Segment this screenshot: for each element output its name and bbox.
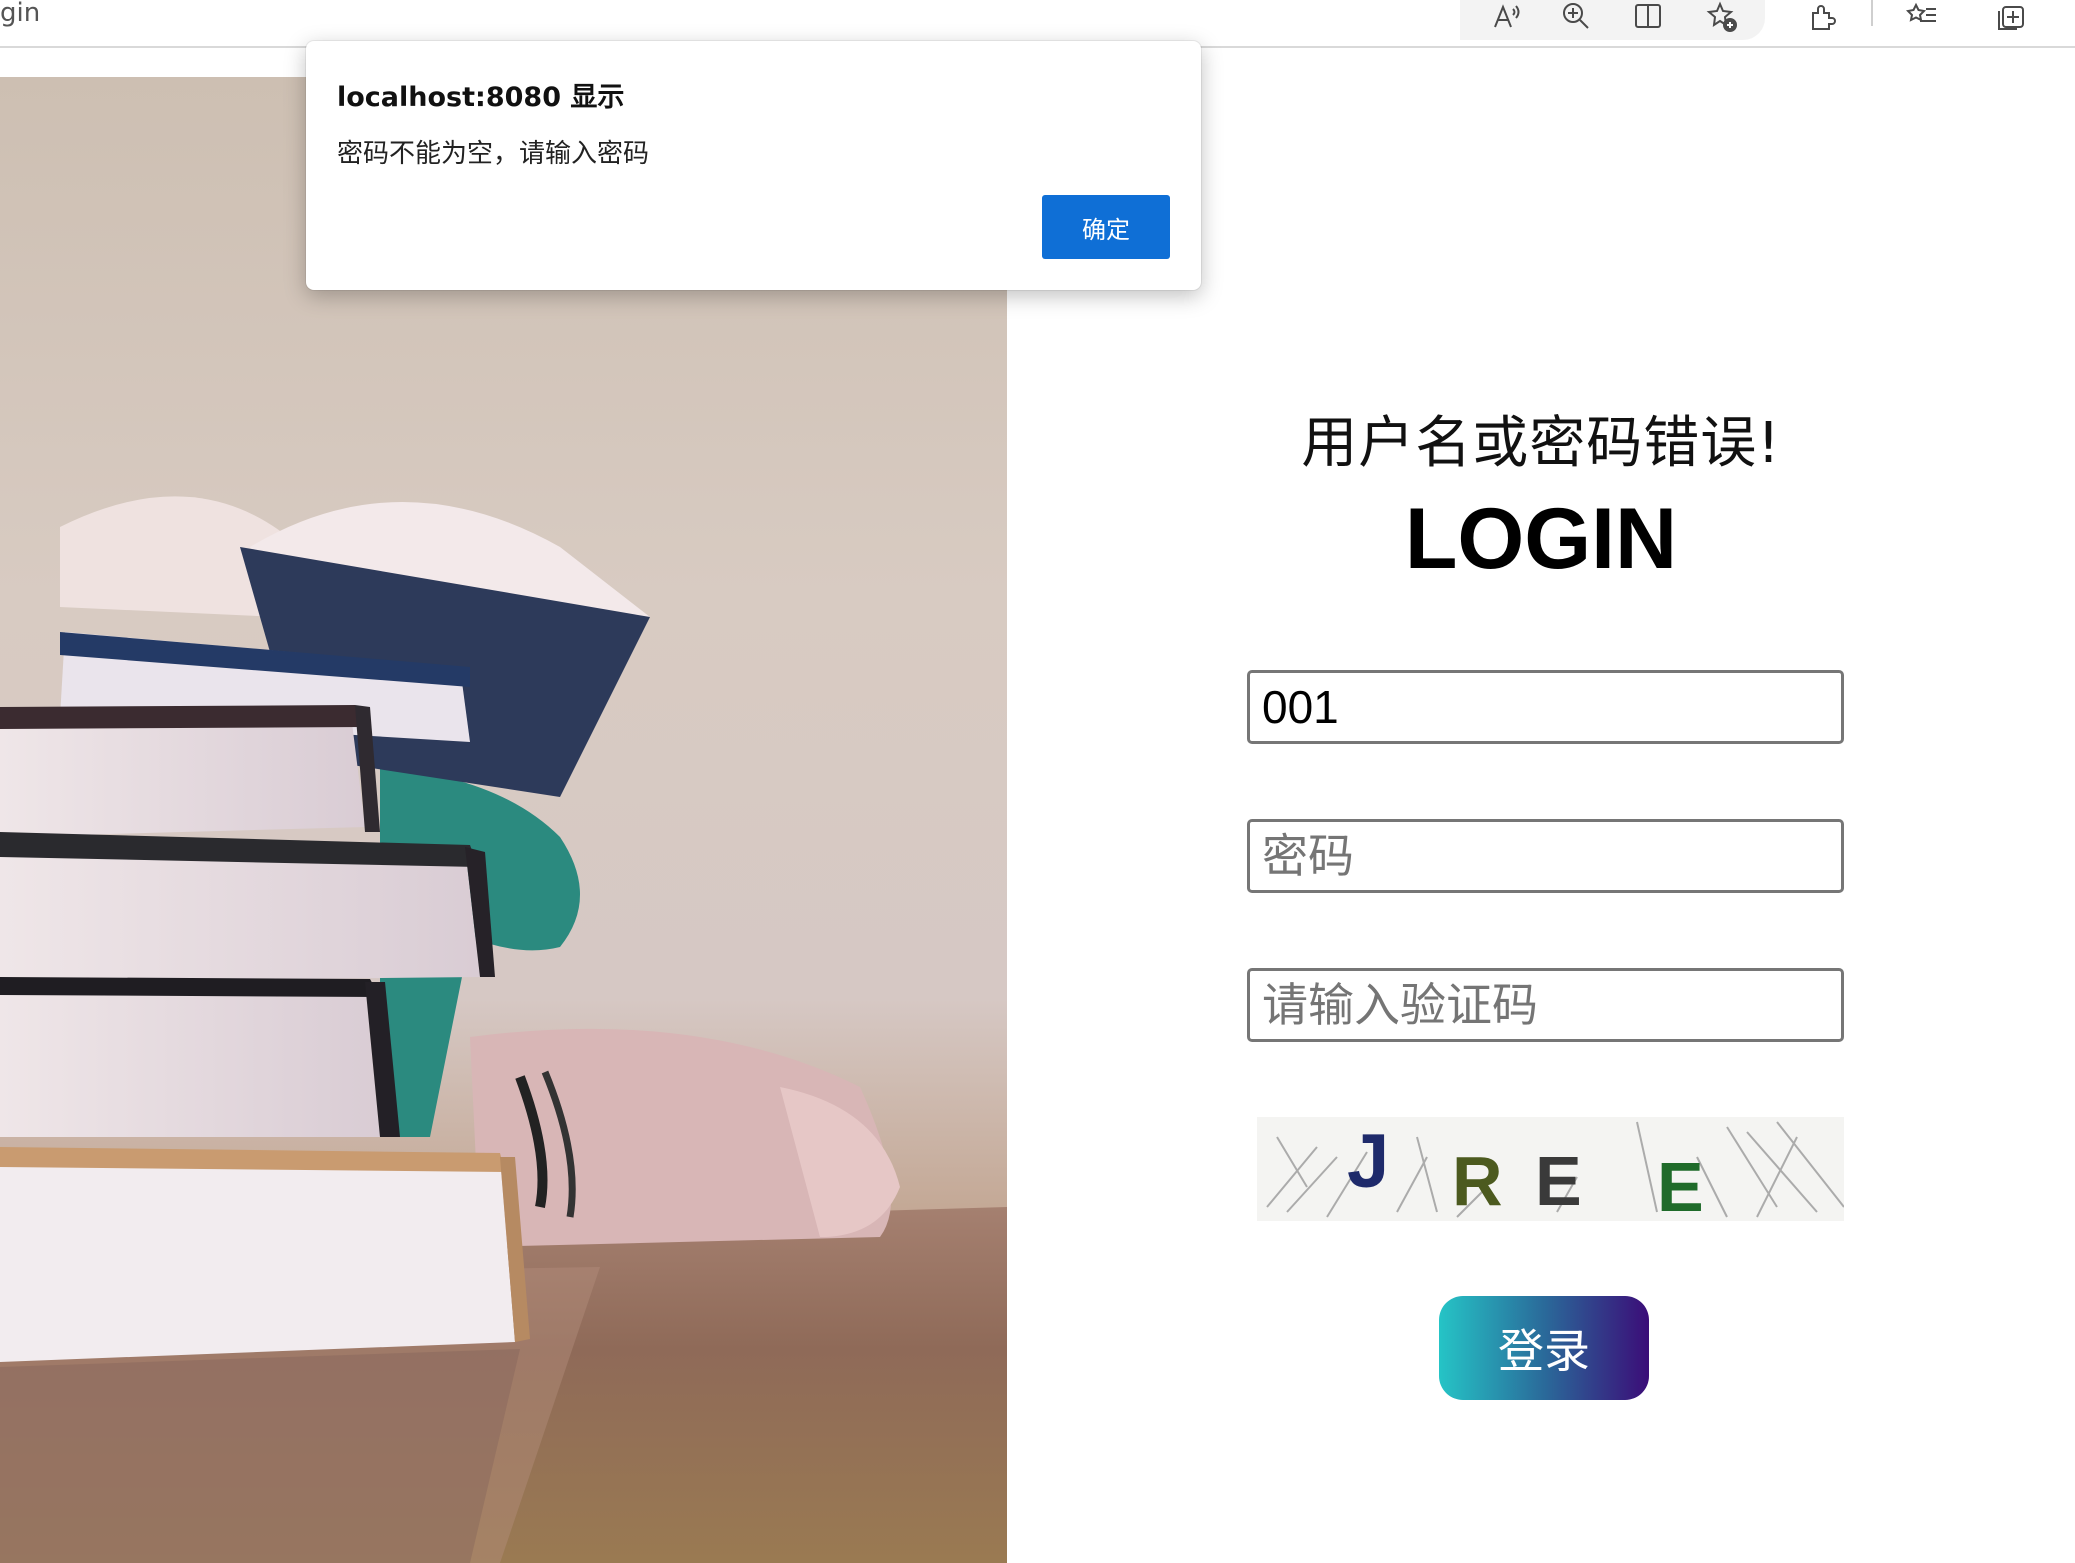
hero-photo xyxy=(0,77,1007,1563)
extensions-icon[interactable] xyxy=(1803,0,1843,34)
captcha-input[interactable] xyxy=(1247,968,1844,1042)
error-message: 用户名或密码错误! xyxy=(1301,411,1781,476)
captcha-char: R xyxy=(1452,1142,1503,1220)
split-screen-icon[interactable] xyxy=(1628,0,1668,34)
login-title: LOGIN xyxy=(1404,491,1678,587)
captcha-char: E xyxy=(1535,1142,1582,1220)
captcha-graphic: J R E E xyxy=(1266,1119,1844,1221)
tab-title[interactable]: gin xyxy=(0,0,40,40)
read-aloud-icon[interactable] xyxy=(1486,0,1526,34)
books-illustration xyxy=(0,496,1007,1563)
dialog-ok-button[interactable]: 确定 xyxy=(1042,195,1170,259)
password-input[interactable] xyxy=(1247,819,1844,893)
login-button[interactable]: 登录 xyxy=(1439,1296,1649,1400)
zoom-icon[interactable] xyxy=(1556,0,1596,34)
favorites-icon[interactable] xyxy=(1902,0,1942,34)
add-favorite-icon[interactable] xyxy=(1702,0,1742,34)
dialog-message: 密码不能为空，请输入密码 xyxy=(337,139,650,169)
dialog-title: localhost:8080 显示 xyxy=(337,82,625,113)
captcha-image[interactable]: J R E E xyxy=(1257,1117,1844,1221)
toolbar-divider xyxy=(1871,0,1873,26)
collections-icon[interactable] xyxy=(1991,0,2031,34)
username-input[interactable] xyxy=(1247,670,1844,744)
captcha-char: J xyxy=(1347,1119,1389,1204)
alert-dialog: localhost:8080 显示 密码不能为空，请输入密码 确定 xyxy=(306,41,1201,290)
captcha-char: E xyxy=(1657,1148,1704,1221)
